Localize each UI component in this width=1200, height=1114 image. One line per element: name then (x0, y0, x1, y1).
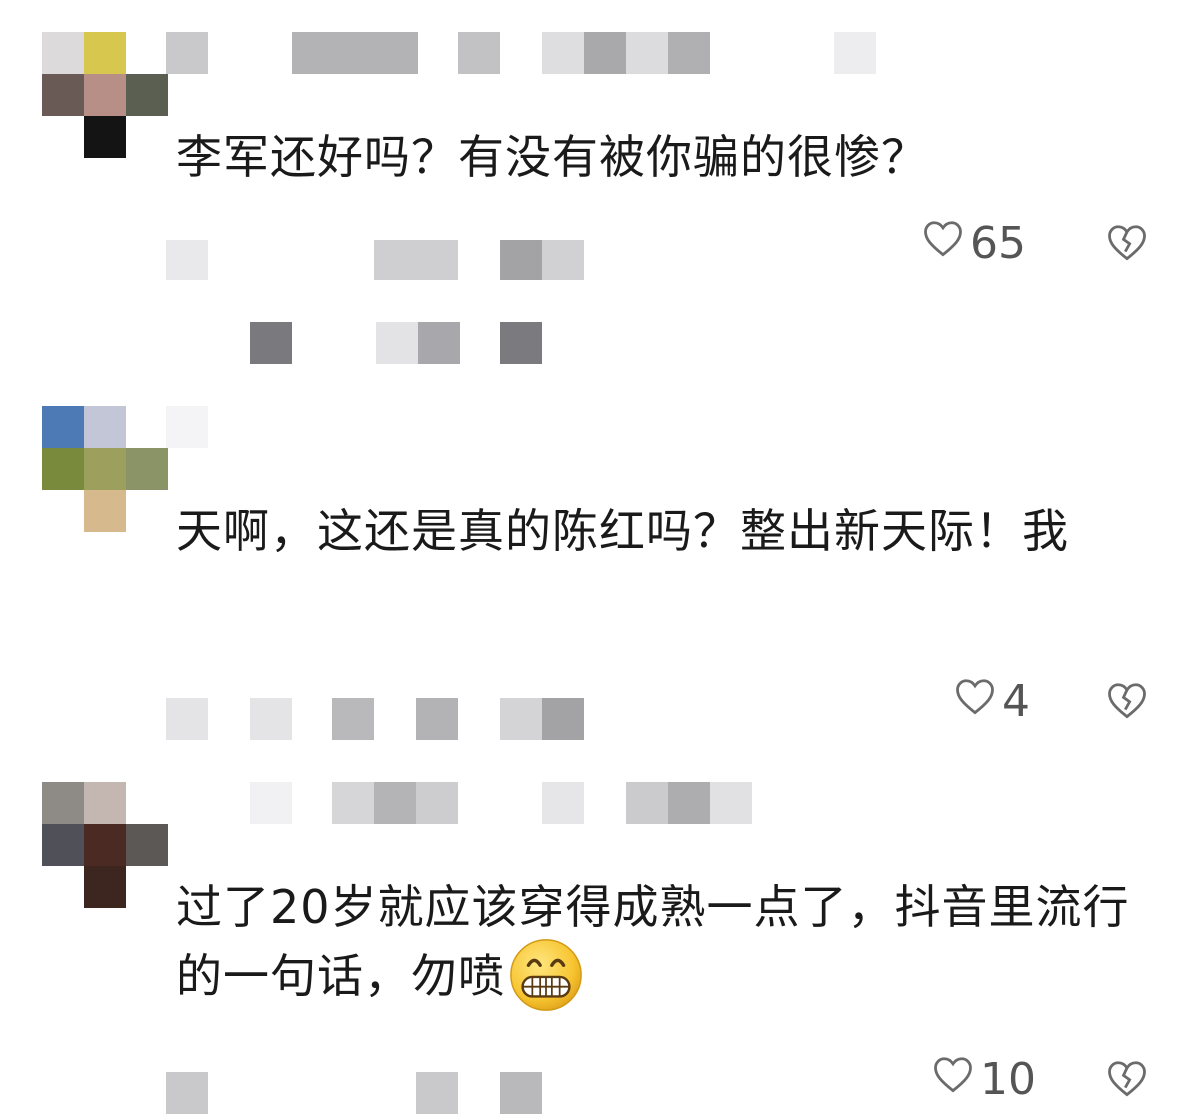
comment-item: 天啊，这还是真的陈红吗？整出新天际！我 4 (0, 380, 1200, 760)
like-button[interactable]: 4 (954, 676, 1030, 727)
comment-item: 李军还好吗？有没有被你骗的很惨？ 65 (0, 0, 1200, 380)
heart-outline-icon (954, 676, 1002, 727)
heart-outline-icon (922, 218, 970, 269)
heart-outline-icon (932, 1054, 980, 1105)
avatar[interactable] (42, 782, 168, 908)
like-button[interactable]: 10 (932, 1054, 1036, 1105)
dislike-button[interactable] (1106, 222, 1148, 264)
like-count: 65 (970, 218, 1026, 269)
comment-text: 天啊，这还是真的陈红吗？整出新天际！我 (176, 504, 1069, 558)
comment-text: 过了20岁就应该穿得成熟一点了，抖音里流行的一句话，勿喷 (176, 878, 1166, 1014)
avatar[interactable] (42, 406, 168, 532)
broken-heart-icon (1106, 225, 1148, 266)
avatar[interactable] (42, 32, 168, 158)
comment-text-content: 过了20岁就应该穿得成熟一点了，抖音里流行的一句话，勿喷 (176, 880, 1130, 1003)
comment-text: 李军还好吗？有没有被你骗的很惨？ (176, 130, 928, 184)
dislike-button[interactable] (1106, 1058, 1148, 1100)
like-count: 10 (980, 1054, 1036, 1105)
like-count: 4 (1002, 676, 1030, 727)
dislike-button[interactable] (1106, 680, 1148, 722)
broken-heart-icon (1106, 1061, 1148, 1102)
comment-item: 过了20岁就应该穿得成熟一点了，抖音里流行的一句话，勿喷 10 (0, 760, 1200, 1114)
broken-heart-icon (1106, 683, 1148, 724)
grinning-face-emoji (507, 936, 585, 1014)
like-button[interactable]: 65 (922, 218, 1026, 269)
